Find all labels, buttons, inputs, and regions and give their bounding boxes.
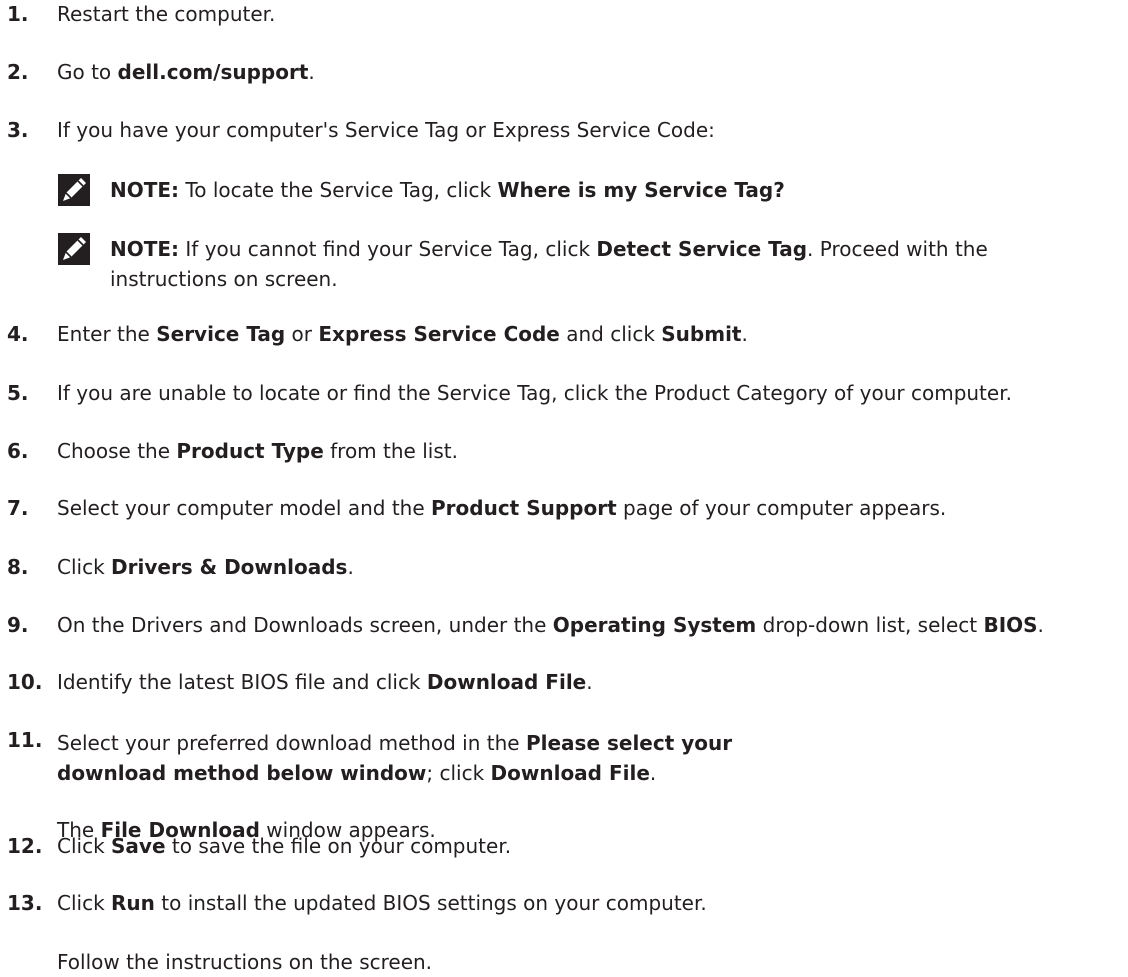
text-run: to install the updated BIOS settings on … [154, 891, 707, 915]
bold-text-run: BIOS [983, 613, 1038, 637]
step-result-text: Follow the instructions on the screen. [57, 947, 1123, 977]
step-text: Identify the latest BIOS file and click … [57, 670, 1123, 694]
step-number: 7. [7, 496, 29, 520]
text-run: Follow the instructions on the screen. [57, 950, 433, 974]
step-text: If you have your computer's Service Tag … [57, 118, 1123, 142]
text-run: ; click [426, 761, 491, 785]
note-text: NOTE: To locate the Service Tag, click W… [110, 175, 1010, 205]
bold-text-run: Submit [661, 322, 742, 346]
step-text: Select your preferred download method in… [57, 728, 817, 788]
bold-text-run: Download File [490, 761, 650, 785]
bold-text-run: NOTE: [110, 237, 180, 261]
step-number: 5. [7, 381, 29, 405]
text-run: . [308, 60, 315, 84]
step-text: Restart the computer. [57, 2, 1123, 26]
bold-text-run: Drivers & Downloads [111, 555, 348, 579]
bold-text-run: Download File [426, 670, 587, 694]
step-text: On the Drivers and Downloads screen, und… [57, 613, 1123, 637]
text-run: Click [57, 555, 112, 579]
step-number: 11. [7, 728, 43, 752]
pencil-note-icon [58, 233, 90, 265]
text-run: . [1037, 613, 1044, 637]
text-run: If you have your computer's Service Tag … [57, 118, 715, 142]
step-text: Enter the Service Tag or Express Service… [57, 322, 1123, 346]
step-number: 6. [7, 439, 29, 463]
step-number: 9. [7, 613, 29, 637]
text-run: . [649, 761, 657, 785]
text-run: Select your computer model and the [57, 496, 431, 520]
text-run: . [741, 322, 748, 346]
step-text: Click Save to save the file on your comp… [57, 834, 1123, 858]
step-text: Select your computer model and the Produ… [57, 496, 1123, 520]
step-number: 8. [7, 555, 29, 579]
text-run: Click [57, 891, 112, 915]
text-run: To locate the Service Tag, click [179, 178, 498, 202]
step-text: Click Drivers & Downloads. [57, 555, 1123, 579]
text-run: Go to [57, 60, 118, 84]
step-number: 2. [7, 60, 29, 84]
step-number: 1. [7, 2, 29, 26]
step-text: If you are unable to locate or find the … [57, 381, 1123, 405]
bold-text-run: Product Type [176, 439, 324, 463]
text-run: Enter the [57, 322, 157, 346]
step-text: Choose the Product Type from the list. [57, 439, 1123, 463]
bold-text-run: Detect Service Tag [596, 237, 808, 261]
text-run: On the Drivers and Downloads screen, und… [57, 613, 553, 637]
step-text: Go to dell.com/support. [57, 60, 1123, 84]
bold-text-run: NOTE: [110, 178, 180, 202]
text-run: Identify the latest BIOS file and click [57, 670, 427, 694]
bold-text-run: Service Tag [156, 322, 286, 346]
text-run: If you are unable to locate or find the … [57, 381, 1012, 405]
bold-text-run: Operating System [552, 613, 757, 637]
text-run: . [347, 555, 354, 579]
text-run: drop-down list, select [756, 613, 984, 637]
text-run: Click [57, 834, 112, 858]
text-run: If you cannot find your Service Tag, cli… [179, 237, 597, 261]
bold-text-run: dell.com/support [117, 60, 309, 84]
step-number: 12. [7, 834, 43, 858]
document-page: 1. Restart the computer. 2. Go to dell.com/… [0, 0, 1128, 974]
text-run: Select your preferred download method in… [57, 731, 526, 755]
step-number: 13. [7, 891, 43, 915]
step-number: 3. [7, 118, 29, 142]
text-run: Choose the [57, 439, 177, 463]
step-number: 10. [7, 670, 43, 694]
text-run: and click [559, 322, 662, 346]
text-run: Restart the computer. [57, 2, 276, 26]
step-text: Click Run to install the updated BIOS se… [57, 891, 1123, 915]
note-text: NOTE: If you cannot find your Service Ta… [110, 234, 1010, 294]
text-run: from the list. [323, 439, 458, 463]
bold-text-run: Product Support [431, 496, 617, 520]
bold-text-run: Where is my Service Tag? [497, 178, 785, 202]
text-run: page of your computer appears. [616, 496, 947, 520]
bold-text-run: Express Service Code [318, 322, 560, 346]
text-run: to save the file on your computer. [165, 834, 512, 858]
text-run: . [586, 670, 593, 694]
bold-text-run: Save [111, 834, 166, 858]
text-run: or [285, 322, 319, 346]
step-number: 4. [7, 322, 29, 346]
bold-text-run: Run [111, 891, 155, 915]
pencil-note-icon [58, 174, 90, 206]
